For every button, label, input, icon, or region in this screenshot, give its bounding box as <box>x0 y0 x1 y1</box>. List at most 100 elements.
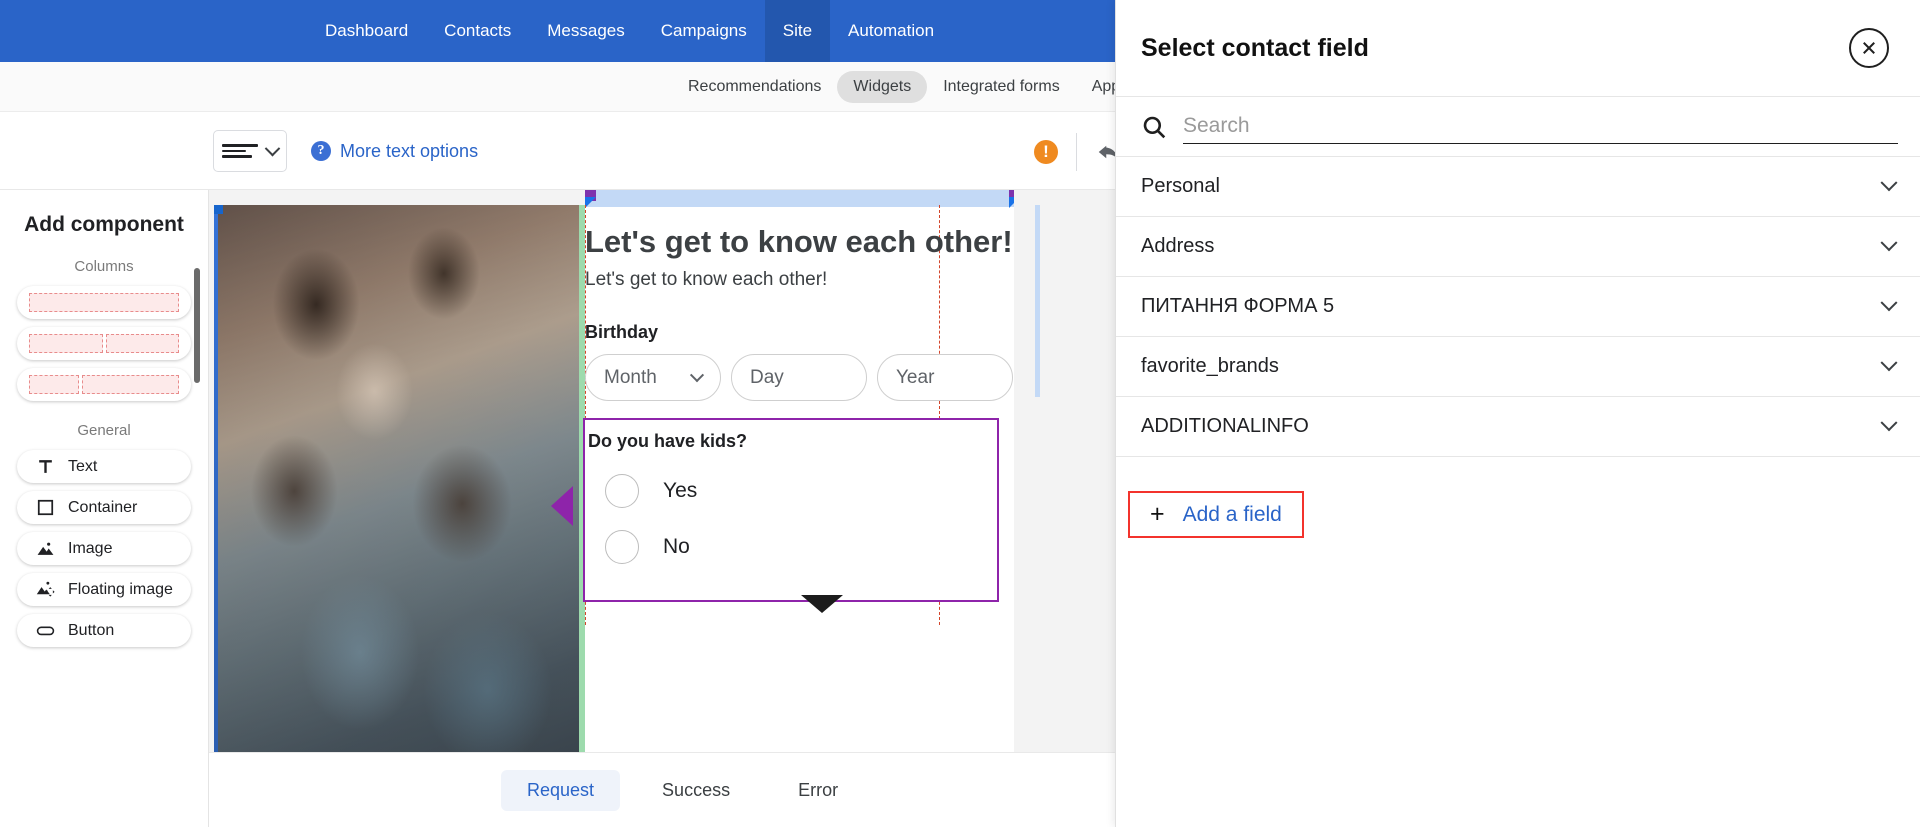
chevron-down-icon <box>1880 233 1898 251</box>
kids-option-no[interactable]: No <box>585 530 997 564</box>
form-subheading[interactable]: Let's get to know each other! <box>585 269 1080 291</box>
move-block-left-arrow[interactable] <box>551 486 573 526</box>
button-icon <box>36 621 55 640</box>
panel-title: Select contact field <box>1141 33 1369 62</box>
image-icon <box>36 539 55 558</box>
field-row-personal[interactable]: Personal <box>1116 157 1920 217</box>
component-label: Image <box>68 539 113 557</box>
secondary-nav-items: Recommendations Widgets Integrated forms… <box>672 70 1154 103</box>
image-selection-handle[interactable] <box>214 205 223 214</box>
sidebar-title: Add component <box>24 213 184 236</box>
canvas-right-gutter <box>1014 190 1080 827</box>
columns-group-label: Columns <box>74 258 134 275</box>
chevron-down-icon <box>1880 353 1898 371</box>
column-layout-two-equal[interactable] <box>17 327 191 360</box>
add-a-field-button[interactable]: + Add a field <box>1128 491 1304 538</box>
chevron-down-icon <box>1880 293 1898 311</box>
component-text[interactable]: Text <box>17 450 191 483</box>
subnav-item-widgets[interactable]: Widgets <box>837 70 928 103</box>
field-row-additionalinfo[interactable]: ADDITIONALINFO <box>1116 397 1920 457</box>
tab-error[interactable]: Error <box>772 770 864 811</box>
text-icon <box>36 457 55 476</box>
component-container[interactable]: Container <box>17 491 191 524</box>
column-layout-narrow-wide[interactable] <box>17 368 191 401</box>
column-layout-one[interactable] <box>17 286 191 319</box>
field-label: Address <box>1141 235 1215 257</box>
image-selection-border <box>214 205 218 827</box>
nav-item-campaigns[interactable]: Campaigns <box>643 0 765 62</box>
selection-edge-highlight <box>1035 205 1040 397</box>
field-label: favorite_brands <box>1141 355 1279 377</box>
toolbar-divider <box>1076 132 1077 171</box>
column-segment <box>29 334 103 353</box>
field-label: Personal <box>1141 175 1220 197</box>
form-preview-sheet: Let's get to know each other! Let's get … <box>214 190 1080 827</box>
component-label: Text <box>68 457 98 475</box>
radio-button-icon[interactable] <box>605 474 639 508</box>
nav-item-dashboard[interactable]: Dashboard <box>307 0 426 62</box>
column-segment <box>29 293 179 312</box>
birthday-year-placeholder: Year <box>896 366 935 388</box>
birthday-year-input[interactable]: Year <box>877 354 1013 402</box>
plus-icon: + <box>1150 500 1165 528</box>
floating-image-icon <box>36 580 55 599</box>
field-label: ADDITIONALINFO <box>1141 415 1309 437</box>
component-button[interactable]: Button <box>17 614 191 647</box>
nav-item-contacts[interactable]: Contacts <box>426 0 529 62</box>
component-label: Floating image <box>68 580 173 598</box>
form-hero-image[interactable] <box>214 205 579 827</box>
form-content-column: Let's get to know each other! Let's get … <box>551 190 1080 827</box>
tab-request[interactable]: Request <box>501 769 621 811</box>
column-segment <box>29 375 79 394</box>
nav-item-site[interactable]: Site <box>764 0 831 62</box>
text-align-icon <box>222 144 258 158</box>
kids-question-label: Do you have kids? <box>588 431 748 451</box>
app-root: Dashboard Contacts Messages Campaigns Si… <box>0 0 1920 827</box>
search-input[interactable] <box>1183 109 1898 144</box>
birthday-month-placeholder: Month <box>604 366 657 388</box>
birthday-label: Birthday <box>585 322 659 343</box>
kids-option-yes[interactable]: Yes <box>585 474 997 508</box>
toolbar-right-group: ! <box>1034 113 1125 190</box>
alert-icon[interactable]: ! <box>1034 139 1058 164</box>
kids-question-block[interactable]: Do you have kids? Yes No <box>583 418 999 602</box>
component-label: Button <box>68 621 115 639</box>
kids-option-label: No <box>663 535 690 558</box>
general-group-label: General <box>77 422 131 439</box>
more-text-options-button[interactable]: ? More text options <box>311 141 478 162</box>
question-mark-icon: ? <box>311 141 331 161</box>
search-icon <box>1141 114 1167 140</box>
text-align-dropdown[interactable] <box>213 130 287 172</box>
field-label: ПИТАННЯ ФОРМА 5 <box>1141 295 1335 317</box>
sidebar-scrollbar[interactable] <box>194 268 200 383</box>
birthday-day-input[interactable]: Day <box>731 354 867 402</box>
component-image[interactable]: Image <box>17 532 191 565</box>
form-editor-canvas: Let's get to know each other! Let's get … <box>209 190 1115 827</box>
chevron-down-icon <box>689 367 705 382</box>
nav-item-messages[interactable]: Messages <box>529 0 642 62</box>
form-heading[interactable]: Let's get to know each other! <box>585 223 1080 260</box>
more-text-options-label: More text options <box>340 140 479 161</box>
subnav-item-recommendations[interactable]: Recommendations <box>672 71 837 103</box>
column-segment <box>105 334 179 353</box>
close-circle-icon[interactable] <box>1849 28 1889 68</box>
chevron-down-icon <box>264 140 281 156</box>
form-state-tabs: Request Success Error <box>209 752 1115 827</box>
add-a-field-label: Add a field <box>1182 502 1282 526</box>
birthday-month-select[interactable]: Month <box>585 354 721 402</box>
field-row-pytannya-forma-5[interactable]: ПИТАННЯ ФОРМА 5 <box>1116 277 1920 337</box>
birthday-day-placeholder: Day <box>750 366 784 388</box>
move-block-down-arrow[interactable] <box>801 595 843 613</box>
component-floating-image[interactable]: Floating image <box>17 573 191 606</box>
kids-option-label: Yes <box>663 479 698 502</box>
nav-item-automation[interactable]: Automation <box>830 0 952 62</box>
select-contact-field-panel: Select contact field Personal Address <box>1115 0 1920 827</box>
radio-button-icon[interactable] <box>605 530 639 564</box>
subnav-item-integrated-forms[interactable]: Integrated forms <box>927 71 1076 103</box>
field-row-address[interactable]: Address <box>1116 217 1920 277</box>
add-component-sidebar: Add component Columns General Text Conta… <box>0 190 209 827</box>
form-fields: Let's get to know each other! Let's get … <box>585 205 1080 402</box>
tab-success[interactable]: Success <box>636 770 756 811</box>
field-row-favorite-brands[interactable]: favorite_brands <box>1116 337 1920 397</box>
component-label: Container <box>68 498 138 516</box>
